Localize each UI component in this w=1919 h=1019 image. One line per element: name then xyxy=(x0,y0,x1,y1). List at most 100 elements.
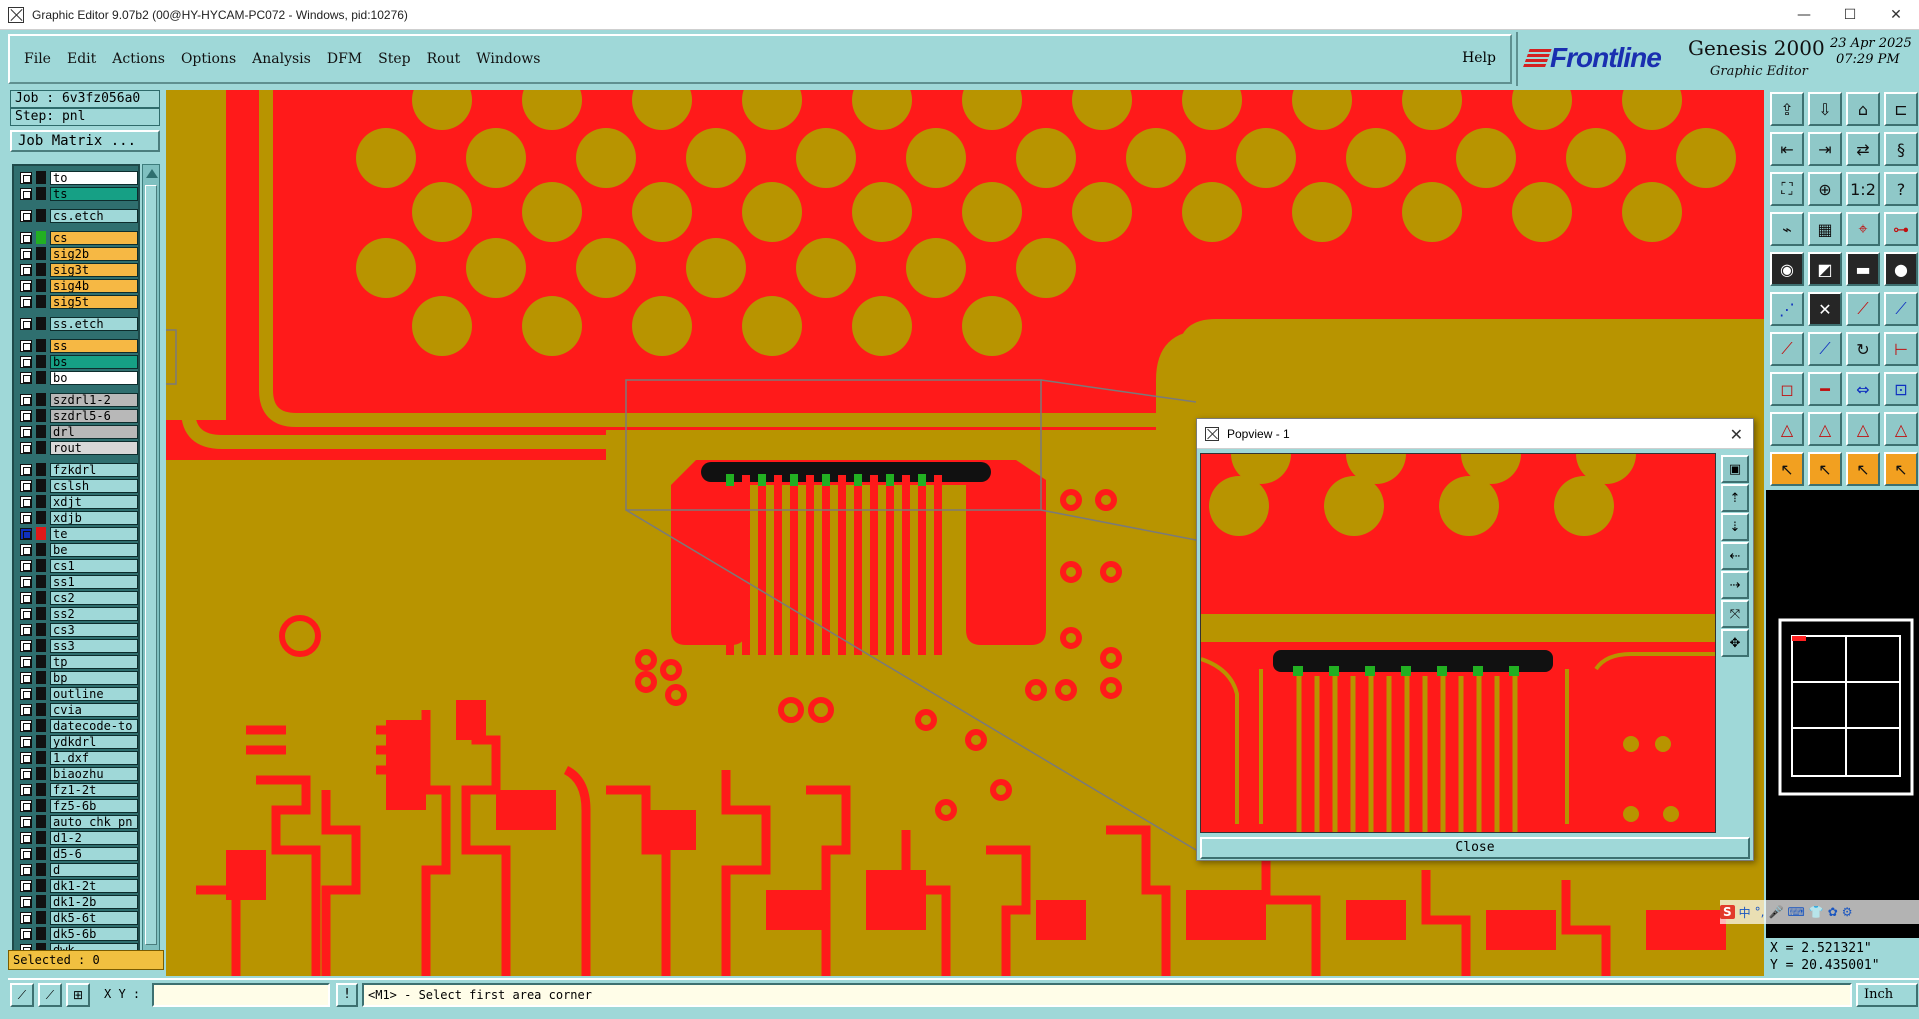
layer-checkbox[interactable] xyxy=(20,863,32,876)
layer-color-swatch[interactable] xyxy=(36,339,46,352)
scale-icon[interactable]: 1:2 xyxy=(1846,172,1880,206)
layer-checkbox[interactable] xyxy=(20,559,32,572)
measure-icon[interactable]: ⟋ xyxy=(38,983,62,1007)
undo-icon[interactable]: ⇤ xyxy=(1770,132,1804,166)
layer-row[interactable]: d1-2 xyxy=(16,830,138,845)
circle-icon[interactable]: ● xyxy=(1884,252,1918,286)
layer-name[interactable]: cs1 xyxy=(50,558,138,573)
layer-checkbox[interactable] xyxy=(20,927,32,940)
layer-color-swatch[interactable] xyxy=(36,927,46,940)
menu-step[interactable]: Step xyxy=(378,51,410,67)
layer-checkbox[interactable] xyxy=(20,623,32,636)
layer-name[interactable]: xdjt xyxy=(50,494,138,509)
arc-icon[interactable]: ↻ xyxy=(1846,332,1880,366)
layer-name[interactable]: sig5t xyxy=(50,294,138,309)
layer-checkbox[interactable] xyxy=(20,735,32,748)
layer-checkbox[interactable] xyxy=(20,639,32,652)
layer-row[interactable]: cs1 xyxy=(16,558,138,573)
ime-settings-icon[interactable]: ⚙ xyxy=(1842,905,1853,919)
layer-color-swatch[interactable] xyxy=(36,279,46,292)
layer-checkbox[interactable] xyxy=(20,543,32,556)
layer-name[interactable]: outline xyxy=(50,686,138,701)
layer-color-swatch[interactable] xyxy=(36,495,46,508)
menu-edit[interactable]: Edit xyxy=(67,51,96,67)
layer-color-swatch[interactable] xyxy=(36,863,46,876)
layer-name[interactable]: rout xyxy=(50,440,138,455)
layer-checkbox[interactable] xyxy=(20,247,32,260)
layer-checkbox[interactable] xyxy=(20,263,32,276)
menu-rout[interactable]: Rout xyxy=(427,51,461,67)
exclamation-button[interactable]: ! xyxy=(336,983,358,1007)
layer-color-swatch[interactable] xyxy=(36,543,46,556)
layer-color-swatch[interactable] xyxy=(36,371,46,384)
layer-name[interactable]: dk5-6b xyxy=(50,926,138,941)
layer-color-swatch[interactable] xyxy=(36,171,46,184)
layer-name[interactable]: d1-2 xyxy=(50,830,138,845)
layer-checkbox[interactable] xyxy=(20,799,32,812)
layer-name[interactable]: cs2 xyxy=(50,590,138,605)
layer-color-swatch[interactable] xyxy=(36,703,46,716)
layer-name[interactable]: biaozhu xyxy=(50,766,138,781)
pad-icon[interactable]: ◉ xyxy=(1770,252,1804,286)
layer-row[interactable]: sig4b xyxy=(16,278,138,293)
pv-fit-icon[interactable]: ▣ xyxy=(1721,455,1749,483)
layer-checkbox[interactable] xyxy=(20,655,32,668)
layer-checkbox[interactable] xyxy=(20,209,32,222)
cut-icon[interactable]: ━ xyxy=(1808,372,1842,406)
layer-color-swatch[interactable] xyxy=(36,847,46,860)
layer-row[interactable]: outline xyxy=(16,686,138,701)
edge-icon[interactable]: ⟋ xyxy=(1808,332,1842,366)
layer-row[interactable]: dk1-2b xyxy=(16,894,138,909)
popview-canvas[interactable] xyxy=(1200,453,1716,833)
layer-row[interactable]: dk5-6b xyxy=(16,926,138,941)
layer-color-swatch[interactable] xyxy=(36,735,46,748)
pv-zoom-in-icon[interactable]: ⇡ xyxy=(1721,484,1749,512)
tri3-icon[interactable]: △ xyxy=(1846,412,1880,446)
layer-name[interactable]: d5-6 xyxy=(50,846,138,861)
layer-row[interactable]: szdrl5-6 xyxy=(16,408,138,423)
layer-color-swatch[interactable] xyxy=(36,441,46,454)
layer-checkbox[interactable] xyxy=(20,879,32,892)
layer-row[interactable]: tp xyxy=(16,654,138,669)
layer-row[interactable]: sig2b xyxy=(16,246,138,261)
layer-color-swatch[interactable] xyxy=(36,479,46,492)
layer-name[interactable]: cslsh xyxy=(50,478,138,493)
ime-skin-icon[interactable]: 👕 xyxy=(1809,905,1824,919)
layer-name[interactable]: xdjb xyxy=(50,510,138,525)
layer-checkbox[interactable] xyxy=(20,767,32,780)
tri2-icon[interactable]: △ xyxy=(1808,412,1842,446)
grid-icon[interactable]: ⊞ xyxy=(66,983,90,1007)
layer-icon[interactable]: ⊏ xyxy=(1884,92,1918,126)
layer-checkbox[interactable] xyxy=(20,527,32,540)
layer-color-swatch[interactable] xyxy=(36,687,46,700)
layer-name[interactable]: fzkdrl xyxy=(50,462,138,477)
xy-input[interactable] xyxy=(152,983,330,1007)
layer-row[interactable]: ss2 xyxy=(16,606,138,621)
select-icon[interactable]: ◻ xyxy=(1770,372,1804,406)
layer-checkbox[interactable] xyxy=(20,409,32,422)
layer-name[interactable]: drl xyxy=(50,424,138,439)
snap-tool-icon[interactable]: ⌖ xyxy=(1846,212,1880,246)
layer-row[interactable]: be xyxy=(16,542,138,557)
layer-row[interactable]: te xyxy=(16,526,138,541)
fit-icon[interactable]: ⛶ xyxy=(1770,172,1804,206)
layer-row[interactable]: bo xyxy=(16,370,138,385)
layer-row[interactable]: cs xyxy=(16,230,138,245)
layer-name[interactable]: dk1-2t xyxy=(50,878,138,893)
layer-row[interactable]: fz5-6b xyxy=(16,798,138,813)
layer-color-swatch[interactable] xyxy=(36,527,46,540)
layer-checkbox[interactable] xyxy=(20,393,32,406)
layer-row[interactable]: cs.etch xyxy=(16,208,138,223)
layer-color-swatch[interactable] xyxy=(36,317,46,330)
menu-windows[interactable]: Windows xyxy=(476,51,540,67)
layer-checkbox[interactable] xyxy=(20,591,32,604)
layer-color-swatch[interactable] xyxy=(36,831,46,844)
layer-name[interactable]: d xyxy=(50,862,138,877)
layer-row[interactable]: rout xyxy=(16,440,138,455)
layer-checkbox[interactable] xyxy=(20,339,32,352)
layer-color-swatch[interactable] xyxy=(36,575,46,588)
layer-row[interactable]: ydkdrl xyxy=(16,734,138,749)
layer-name[interactable]: to xyxy=(50,170,138,185)
tri4-icon[interactable]: △ xyxy=(1884,412,1918,446)
route-icon[interactable]: ◩ xyxy=(1808,252,1842,286)
